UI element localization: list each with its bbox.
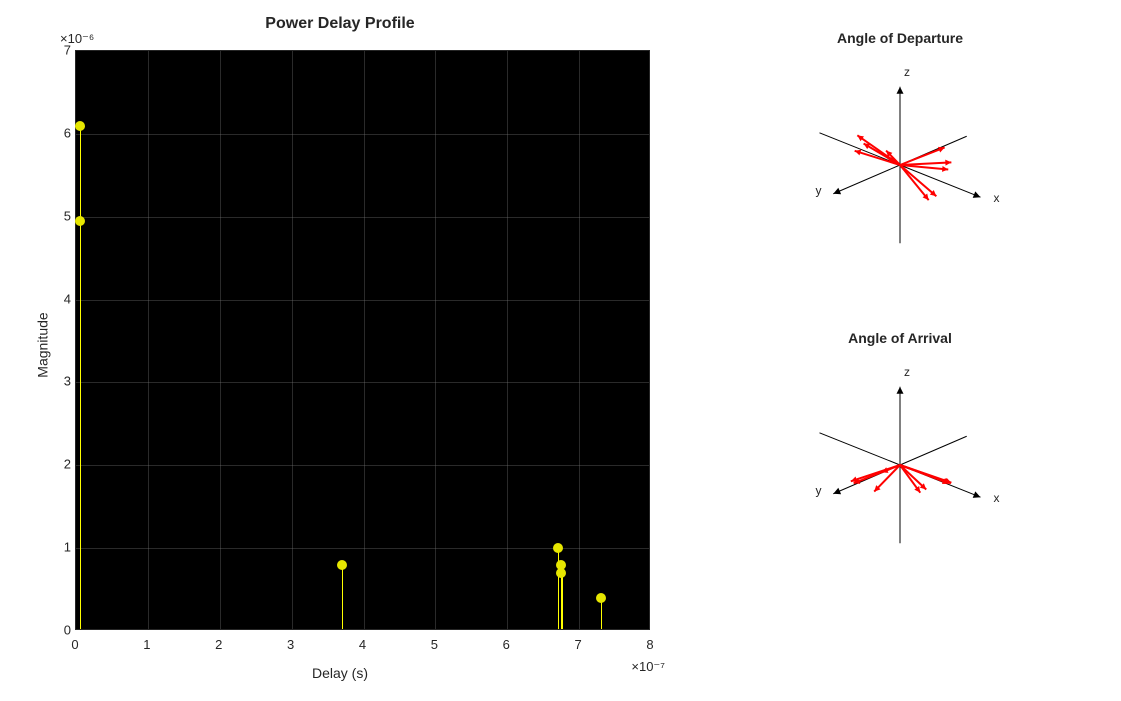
pdp-x-exponent: ×10⁻⁷ — [631, 659, 665, 675]
axis-line — [833, 165, 900, 194]
axis-label: y — [816, 183, 822, 197]
pdp-ytick-label: 3 — [53, 374, 71, 389]
axis-line — [820, 433, 901, 465]
quiver-vector — [900, 165, 936, 196]
pdp-xtick-label: 2 — [215, 637, 222, 652]
aod-title: Angle of Departure — [730, 30, 1070, 46]
pdp-ytick-label: 4 — [53, 291, 71, 306]
pdp-xtick-label: 3 — [287, 637, 294, 652]
pdp-xtick-label: 7 — [575, 637, 582, 652]
pdp-ytick-label: 2 — [53, 457, 71, 472]
pdp-xtick-label: 6 — [503, 637, 510, 652]
axis-label: x — [994, 491, 1000, 505]
aod-plot: x y z — [770, 50, 1030, 290]
axis-line — [900, 436, 967, 465]
pdp-xtick-label: 0 — [71, 637, 78, 652]
pdp-xtick-label: 1 — [143, 637, 150, 652]
pdp-ylabel: Magnitude — [35, 312, 51, 377]
aoa-plot: x y z — [770, 350, 1030, 590]
pdp-plot-area: 01234567 012345678 — [75, 50, 650, 630]
pdp-ytick-label: 6 — [53, 125, 71, 140]
pdp-chart: Power Delay Profile ×10⁻⁶ Magnitude Dela… — [20, 15, 660, 675]
axis-label: z — [904, 365, 910, 379]
pdp-ytick-label: 1 — [53, 540, 71, 555]
axis-label: x — [994, 191, 1000, 205]
quiver-vector — [900, 165, 948, 170]
axis-label: z — [904, 65, 910, 79]
aoa-chart: Angle of Arrival x y z — [730, 330, 1070, 630]
aoa-title: Angle of Arrival — [730, 330, 1070, 346]
pdp-xtick-label: 8 — [646, 637, 653, 652]
axis-label: y — [816, 483, 822, 497]
pdp-xtick-label: 5 — [431, 637, 438, 652]
right-column: Angle of Departure x y z Angle of Arrival … — [730, 30, 1070, 630]
aod-chart: Angle of Departure x y z — [730, 30, 1070, 330]
pdp-ytick-label: 7 — [53, 43, 71, 58]
pdp-ytick-label: 5 — [53, 208, 71, 223]
pdp-xtick-label: 4 — [359, 637, 366, 652]
pdp-ytick-label: 0 — [53, 623, 71, 638]
pdp-title: Power Delay Profile — [20, 15, 660, 33]
pdp-xlabel: Delay (s) — [20, 665, 660, 681]
